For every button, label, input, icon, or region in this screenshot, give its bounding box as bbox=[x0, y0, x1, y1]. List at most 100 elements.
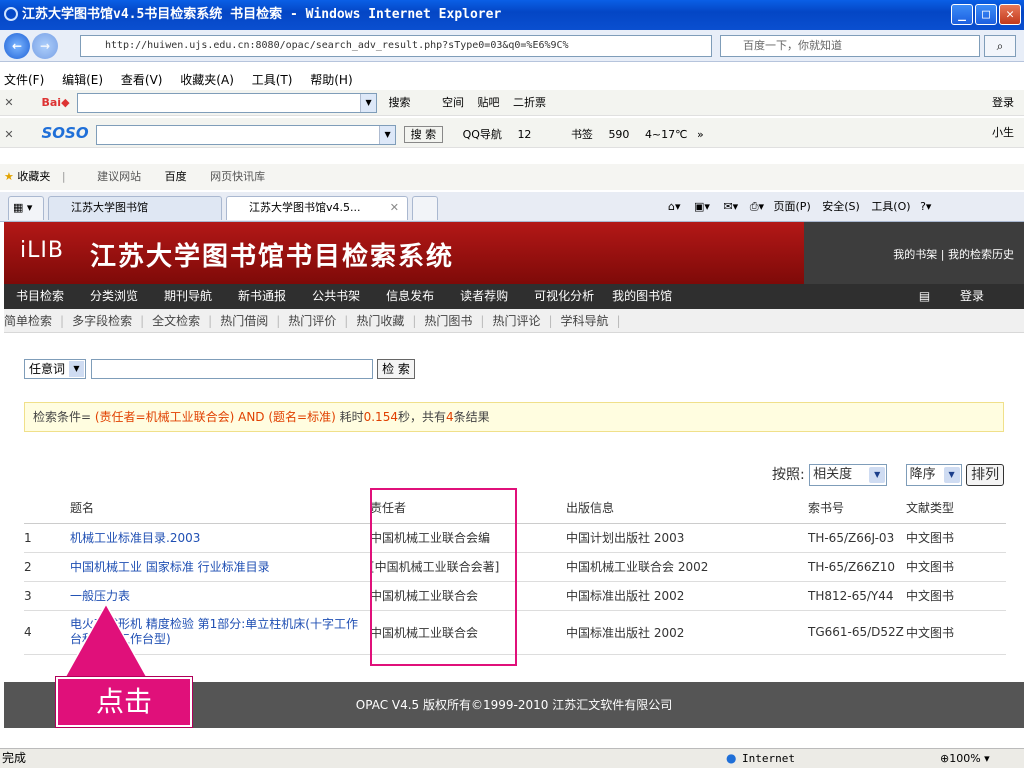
weather-text[interactable]: 4~17℃ bbox=[645, 128, 688, 141]
close-button[interactable]: ✕ bbox=[999, 4, 1021, 25]
nav-item[interactable]: 期刊导航 bbox=[164, 289, 212, 303]
nav-item[interactable]: 书目检索 bbox=[16, 289, 64, 303]
doc-type-cell: 中文图书 bbox=[906, 610, 1006, 655]
menu-favorites[interactable]: 收藏夹(A) bbox=[180, 73, 234, 87]
subnav-item[interactable]: 简单检索 bbox=[4, 314, 52, 328]
safety-menu[interactable]: 安全(S) bbox=[822, 200, 860, 213]
sort-order-select[interactable]: 降序 ▼ bbox=[905, 464, 962, 486]
tab-library-search[interactable]: 江苏大学图书馆v4.5... ✕ bbox=[226, 196, 408, 220]
publisher-cell: 中国计划出版社 2003 bbox=[566, 523, 808, 553]
sort-button[interactable]: 排列 bbox=[966, 464, 1005, 486]
minimize-button[interactable]: _ bbox=[951, 4, 973, 25]
callout-arrow bbox=[62, 602, 150, 680]
nav-item[interactable]: 新书通报 bbox=[238, 289, 286, 303]
page-menu[interactable]: 页面(P) bbox=[774, 200, 811, 213]
baidu-tieba-button[interactable]: 贴吧 bbox=[478, 96, 500, 109]
search-icon[interactable]: ⌕ bbox=[984, 35, 1016, 57]
tab-close-icon[interactable]: ✕ bbox=[390, 197, 399, 219]
soso-search-button[interactable]: 搜 索 bbox=[403, 126, 444, 143]
subnav-item[interactable]: 热门评价 bbox=[288, 314, 336, 328]
home-icon[interactable]: ⌂▾ bbox=[668, 200, 681, 213]
title-cell: 机械工业标准目录.2003 bbox=[70, 523, 370, 553]
soso-user-button[interactable]: 小生 bbox=[992, 118, 1014, 147]
zoom-icon: ⊕ bbox=[940, 752, 950, 765]
sort-label: 按照: bbox=[772, 467, 805, 483]
zoom-level[interactable]: ⊕100% ▾ bbox=[940, 749, 990, 768]
chevron-down-icon: ▼ bbox=[869, 467, 886, 483]
login-button[interactable]: ▤ 登录 bbox=[907, 284, 998, 309]
coin-count[interactable]: 590 bbox=[608, 128, 629, 141]
zone-text: Internet bbox=[742, 752, 795, 765]
chevron-down-icon[interactable]: ▼ bbox=[379, 126, 396, 144]
title-link[interactable]: 一般压力表 bbox=[70, 589, 130, 603]
subnav-item[interactable]: 学科导航 bbox=[561, 314, 609, 328]
baidu-login-button[interactable]: 登录 bbox=[992, 90, 1014, 115]
nav-item[interactable]: 分类浏览 bbox=[90, 289, 138, 303]
fav-baidu[interactable]: 百度 bbox=[165, 170, 187, 183]
title-link[interactable]: 机械工业标准目录.2003 bbox=[70, 531, 200, 545]
window-title-bar: 江苏大学图书馆v4.5书目检索系统 书目检索 - Windows Interne… bbox=[0, 0, 1024, 30]
bookmark-button[interactable]: 书签 bbox=[571, 128, 593, 141]
close-icon[interactable]: ✕ bbox=[0, 90, 18, 115]
fav-web-slice[interactable]: 网页快讯库 bbox=[210, 170, 265, 183]
chevron-down-icon: ▼ bbox=[943, 467, 960, 483]
menu-file[interactable]: 文件(F) bbox=[4, 73, 44, 87]
banner: iLIB 江苏大学图书馆书目检索系统 我的书架 | 我的检索历史 bbox=[4, 222, 1024, 284]
subnav-item[interactable]: 热门评论 bbox=[492, 314, 540, 328]
sort-field-select[interactable]: 相关度 ▼ bbox=[809, 464, 888, 486]
menu-help[interactable]: 帮助(H) bbox=[310, 73, 352, 87]
nav-item[interactable]: 我的图书馆 bbox=[612, 289, 672, 303]
status-text: 完成 bbox=[2, 751, 27, 765]
nav-item[interactable]: 信息发布 bbox=[386, 289, 434, 303]
search-button[interactable]: 检 索 bbox=[377, 359, 415, 379]
url-field[interactable]: http://huiwen.ujs.edu.cn:8080/opac/searc… bbox=[80, 35, 712, 57]
nav-item[interactable]: 读者荐购 bbox=[460, 289, 508, 303]
doc-type-cell: 中文图书 bbox=[906, 552, 1006, 582]
subnav-item[interactable]: 多字段检索 bbox=[72, 314, 132, 328]
subnav-item[interactable]: 热门借阅 bbox=[220, 314, 268, 328]
search-field-select[interactable]: 任意词 ▼ bbox=[24, 359, 86, 379]
menu-tools[interactable]: 工具(T) bbox=[252, 73, 293, 87]
maximize-button[interactable]: □ bbox=[975, 4, 997, 25]
menu-edit[interactable]: 编辑(E) bbox=[62, 73, 103, 87]
nav-item[interactable]: 可视化分析 bbox=[534, 289, 594, 303]
close-icon[interactable]: ✕ bbox=[0, 120, 18, 147]
soso-search-input[interactable]: ▼ bbox=[96, 125, 397, 145]
nav-item[interactable]: 公共书架 bbox=[312, 289, 360, 303]
chevron-down-icon[interactable]: ▼ bbox=[360, 94, 377, 112]
search-input[interactable]: 百度一下，你就知道 bbox=[720, 35, 980, 57]
menu-view[interactable]: 查看(V) bbox=[121, 73, 163, 87]
tools-menu[interactable]: 工具(O) bbox=[871, 200, 910, 213]
forward-button[interactable]: → bbox=[32, 33, 58, 59]
call-number-cell: TH812-65/Y44 bbox=[808, 581, 906, 611]
search-condition: 检索条件= (责任者=机械工业联合会) AND (题名=标准) 耗时0.154秒… bbox=[24, 402, 1004, 432]
baidu-search-button[interactable]: 搜索 bbox=[389, 96, 411, 109]
baidu-search-input[interactable]: ▼ bbox=[77, 93, 378, 113]
publisher-cell: 中国机械工业联合会 2002 bbox=[566, 552, 808, 582]
subnav-item[interactable]: 热门收藏 bbox=[356, 314, 404, 328]
baidu-ticket-button[interactable]: 二折票 bbox=[513, 96, 546, 109]
subnav-item[interactable]: 全文检索 bbox=[152, 314, 200, 328]
title-link[interactable]: 中国机械工业 国家标准 行业标准目录 bbox=[70, 560, 270, 574]
more-chevron-icon[interactable]: » bbox=[697, 128, 704, 141]
qq-nav-button[interactable]: QQ导航 bbox=[463, 128, 502, 141]
print-icon[interactable]: ⎙▾ bbox=[750, 200, 764, 213]
page-title: 江苏大学图书馆书目检索系统 bbox=[90, 242, 455, 272]
mail-icon[interactable]: ✉▾ bbox=[723, 200, 738, 213]
tab-library-home[interactable]: 江苏大学图书馆 bbox=[48, 196, 222, 220]
favorites-button[interactable]: 收藏夹 bbox=[17, 170, 50, 183]
feeds-icon[interactable]: ▣▾ bbox=[694, 200, 710, 213]
qq-mail-count[interactable]: 12 bbox=[517, 128, 531, 141]
quick-tabs-button[interactable]: ▦ ▾ bbox=[8, 196, 44, 220]
subnav-item[interactable]: 热门图书 bbox=[424, 314, 472, 328]
user-card-icon: ▤ bbox=[918, 289, 934, 303]
back-button[interactable]: ← bbox=[4, 33, 30, 59]
command-bar: ⌂▾ ▣▾ ✉▾ ⎙▾ 页面(P) 安全(S) 工具(O) ?▾ bbox=[668, 196, 931, 218]
search-input[interactable] bbox=[91, 359, 373, 379]
fav-suggest-sites[interactable]: 建议网站 bbox=[97, 170, 141, 183]
call-number-cell: TH-65/Z66J-03 bbox=[808, 523, 906, 553]
baidu-space-button[interactable]: 空间 bbox=[442, 96, 464, 109]
top-links[interactable]: 我的书架 | 我的检索历史 bbox=[893, 246, 1014, 262]
help-icon[interactable]: ?▾ bbox=[920, 200, 931, 213]
new-tab-button[interactable] bbox=[412, 196, 438, 220]
